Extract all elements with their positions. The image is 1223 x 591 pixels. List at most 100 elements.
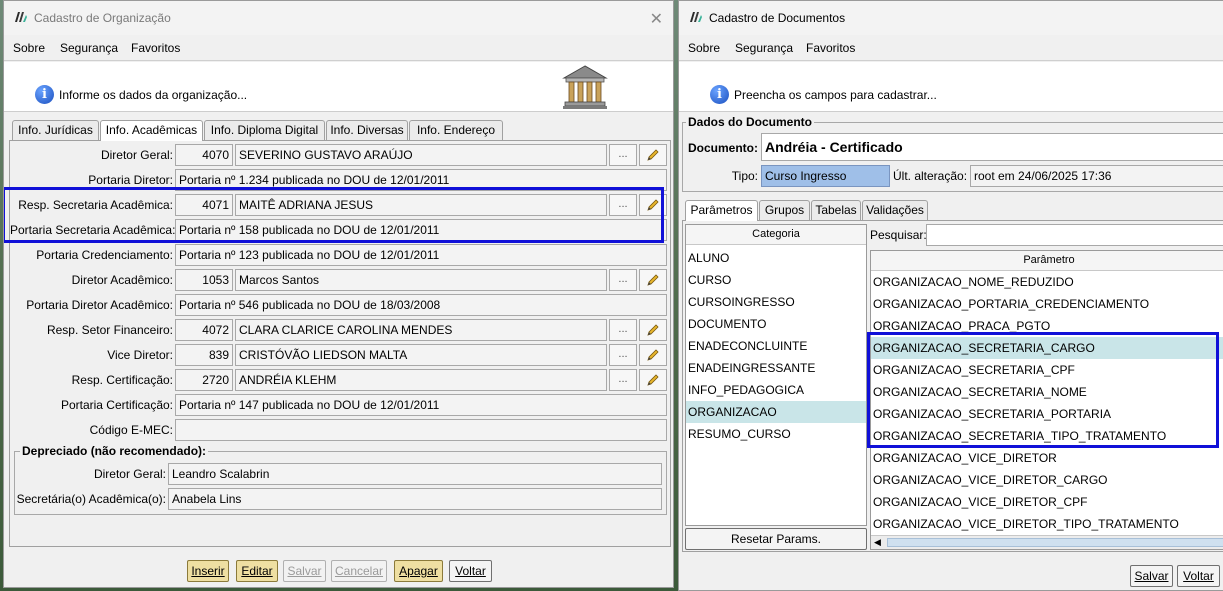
cancelar-button[interactable]: Cancelar xyxy=(331,560,387,582)
categoria-item[interactable]: RESUMO_CURSO xyxy=(686,423,866,445)
portaria-certificacao-field[interactable]: Portaria nº 147 publicada no DOU de 12/0… xyxy=(175,394,667,416)
editar-button[interactable]: Editar xyxy=(236,560,278,582)
tipo-field[interactable]: Curso Ingresso xyxy=(761,165,890,187)
tab-info-academicas[interactable]: Info. Acadêmicas xyxy=(100,120,203,141)
pesquisar-input[interactable] xyxy=(926,224,1223,246)
diretor-academico-name[interactable]: Marcos Santos xyxy=(235,269,607,291)
scrollbar-thumb[interactable] xyxy=(887,538,1223,547)
menu-seguranca[interactable]: Segurança xyxy=(60,41,118,55)
parametro-item-selected[interactable]: ORGANIZACAO_SECRETARIA_CARGO xyxy=(871,337,1223,359)
menu-bar: Sobre Segurança Favoritos xyxy=(679,35,1223,61)
categoria-item[interactable]: CURSOINGRESSO xyxy=(686,291,866,313)
resp-secretaria-search-button[interactable]: ... xyxy=(609,194,637,216)
tab-info-juridicas[interactable]: Info. Jurídicas xyxy=(12,120,99,140)
resp-certificacao-label: Resp. Certificação: xyxy=(71,373,173,387)
portaria-credenciamento-field[interactable]: Portaria nº 123 publicada no DOU de 12/0… xyxy=(175,244,667,266)
parametro-list[interactable]: Parâmetro ORGANIZACAO_NOME_REDUZIDO ORGA… xyxy=(870,250,1223,550)
parametro-item[interactable]: ORGANIZACAO_VICE_DIRETOR_TIPO_TRATAMENTO xyxy=(871,513,1223,535)
diretor-geral-name[interactable]: SEVERINO GUSTAVO ARAÚJO xyxy=(235,144,607,166)
categoria-item[interactable]: ALUNO xyxy=(686,247,866,269)
categoria-item[interactable]: CURSO xyxy=(686,269,866,291)
parametro-item[interactable]: ORGANIZACAO_VICE_DIRETOR xyxy=(871,447,1223,469)
ultima-alteracao-field[interactable]: root em 24/06/2025 17:36 xyxy=(970,165,1223,187)
parametro-item[interactable]: ORGANIZACAO_SECRETARIA_NOME xyxy=(871,381,1223,403)
categoria-list[interactable]: Categoria ALUNO CURSO CURSOINGRESSO DOCU… xyxy=(685,224,867,526)
resp-certificacao-edit-button[interactable] xyxy=(639,369,667,391)
parametro-item[interactable]: ORGANIZACAO_NOME_REDUZIDO xyxy=(871,271,1223,293)
menu-sobre[interactable]: Sobre xyxy=(688,41,720,55)
categoria-item[interactable]: DOCUMENTO xyxy=(686,313,866,335)
salvar-button[interactable]: Salvar xyxy=(283,560,326,582)
menu-favoritos[interactable]: Favoritos xyxy=(806,41,855,55)
vice-diretor-search-button[interactable]: ... xyxy=(609,344,637,366)
diretor-geral-search-button[interactable]: ... xyxy=(609,144,637,166)
diretor-academico-edit-button[interactable] xyxy=(639,269,667,291)
resetar-params-button[interactable]: Resetar Params. xyxy=(685,528,867,550)
tab-validacoes[interactable]: Validações xyxy=(862,200,928,220)
title-bar: Cadastro de Organização ✕ xyxy=(4,1,673,35)
resp-certificacao-search-button[interactable]: ... xyxy=(609,369,637,391)
resp-setor-financeiro-edit-button[interactable] xyxy=(639,319,667,341)
menu-seguranca[interactable]: Segurança xyxy=(735,41,793,55)
tab-grupos[interactable]: Grupos xyxy=(759,200,810,220)
info-text: Preencha os campos para cadastrar... xyxy=(734,88,937,102)
info-banner: i Preencha os campos para cadastrar... xyxy=(679,62,1223,112)
resp-setor-financeiro-search-button[interactable]: ... xyxy=(609,319,637,341)
diretor-academico-search-button[interactable]: ... xyxy=(609,269,637,291)
title-bar: Cadastro de Documentos xyxy=(679,1,1223,35)
close-icon[interactable]: ✕ xyxy=(650,9,663,29)
inserir-button[interactable]: Inserir xyxy=(187,560,229,582)
vice-diretor-code[interactable]: 839 xyxy=(175,344,233,366)
resp-certificacao-code[interactable]: 2720 xyxy=(175,369,233,391)
pencil-icon xyxy=(647,274,659,286)
portaria-diretor-academico-field[interactable]: Portaria nº 546 publicada no DOU de 18/0… xyxy=(175,294,667,316)
resp-setor-financeiro-name[interactable]: CLARA CLARICE CAROLINA MENDES xyxy=(235,319,607,341)
horizontal-scrollbar[interactable]: ◀ xyxy=(871,535,1223,549)
portaria-credenciamento-label: Portaria Credenciamento: xyxy=(36,248,173,262)
codigo-emec-field[interactable] xyxy=(175,419,667,441)
documento-field[interactable]: Andréia - Certificado xyxy=(761,133,1223,161)
categoria-item[interactable]: ENADEINGRESSANTE xyxy=(686,357,866,379)
tab-info-endereco[interactable]: Info. Endereço xyxy=(409,120,503,140)
tab-parametros[interactable]: Parâmetros xyxy=(685,200,758,221)
menu-sobre[interactable]: Sobre xyxy=(13,41,45,55)
resp-secretaria-code[interactable]: 4071 xyxy=(175,194,233,216)
portaria-secretaria-field[interactable]: Portaria nº 158 publicada no DOU de 12/0… xyxy=(175,219,667,241)
parametro-item[interactable]: ORGANIZACAO_PORTARIA_CREDENCIAMENTO xyxy=(871,293,1223,315)
tab-info-diploma-digital[interactable]: Info. Diploma Digital xyxy=(204,120,325,140)
voltar-button[interactable]: Voltar xyxy=(449,560,492,582)
categoria-item-selected[interactable]: ORGANIZACAO xyxy=(686,401,866,423)
deprecated-diretor-field[interactable]: Leandro Scalabrin xyxy=(168,463,662,485)
info-icon: i xyxy=(710,85,729,104)
resp-secretaria-edit-button[interactable] xyxy=(639,194,667,216)
resp-setor-financeiro-code[interactable]: 4072 xyxy=(175,319,233,341)
diretor-geral-edit-button[interactable] xyxy=(639,144,667,166)
vice-diretor-edit-button[interactable] xyxy=(639,344,667,366)
diretor-geral-code[interactable]: 4070 xyxy=(175,144,233,166)
apagar-button[interactable]: Apagar xyxy=(394,560,443,582)
tab-info-diversas[interactable]: Info. Diversas xyxy=(326,120,408,140)
voltar-button[interactable]: Voltar xyxy=(1177,565,1220,587)
portaria-diretor-field[interactable]: Portaria nº 1.234 publicada no DOU de 12… xyxy=(175,169,667,191)
parametro-item[interactable]: ORGANIZACAO_VICE_DIRETOR_CARGO xyxy=(871,469,1223,491)
deprecated-secretaria-label: Secretária(o) Acadêmica(o): xyxy=(16,492,166,506)
tab-tabelas[interactable]: Tabelas xyxy=(811,200,861,220)
parametro-item[interactable]: ORGANIZACAO_SECRETARIA_CPF xyxy=(871,359,1223,381)
salvar-button[interactable]: Salvar xyxy=(1130,565,1173,587)
scroll-left-arrow-icon[interactable]: ◀ xyxy=(874,537,881,548)
codigo-emec-label: Código E-MEC: xyxy=(89,423,173,437)
parametro-item[interactable]: ORGANIZACAO_SECRETARIA_PORTARIA xyxy=(871,403,1223,425)
categoria-item[interactable]: INFO_PEDAGOGICA xyxy=(686,379,866,401)
resp-secretaria-name[interactable]: MAITÊ ADRIANA JESUS xyxy=(235,194,607,216)
parametro-item[interactable]: ORGANIZACAO_SECRETARIA_TIPO_TRATAMENTO xyxy=(871,425,1223,447)
parametro-header: Parâmetro xyxy=(871,251,1223,271)
vice-diretor-name[interactable]: CRISTÓVÃO LIEDSON MALTA xyxy=(235,344,607,366)
resp-certificacao-name[interactable]: ANDRÉIA KLEHM xyxy=(235,369,607,391)
categoria-item[interactable]: ENADECONCLUINTE xyxy=(686,335,866,357)
window-title: Cadastro de Documentos xyxy=(709,11,846,25)
menu-favoritos[interactable]: Favoritos xyxy=(131,41,180,55)
parametro-item[interactable]: ORGANIZACAO_PRACA_PGTO xyxy=(871,315,1223,337)
deprecated-secretaria-field[interactable]: Anabela Lins xyxy=(168,488,662,510)
parametro-item[interactable]: ORGANIZACAO_VICE_DIRETOR_CPF xyxy=(871,491,1223,513)
diretor-academico-code[interactable]: 1053 xyxy=(175,269,233,291)
